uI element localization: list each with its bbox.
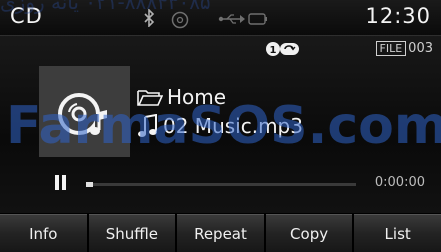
file-indicator: FILE 003 (375, 41, 433, 56)
usb-icon (218, 14, 245, 24)
file-number: 003 (408, 41, 433, 56)
progress-knob[interactable] (86, 182, 93, 187)
shuffle-button[interactable]: Shuffle (88, 214, 176, 252)
clock: 12:30 (365, 4, 431, 28)
bottom-button-bar: Info Shuffle Repeat Copy List (0, 213, 441, 252)
cd-player-screen: CD 12:30 ۰۲۱-۸۸۸۴۳۰۸۵ یانه روزی 1 FILE 0… (0, 0, 441, 252)
elapsed-time: 0:00:00 (374, 175, 425, 190)
watermark-center: FarmaSOS.com (6, 96, 441, 156)
ipod-icon (248, 13, 267, 25)
repeat-one-icon: 1 (266, 42, 299, 56)
copy-button[interactable]: Copy (265, 214, 353, 252)
watermark-top: ۰۲۱-۸۸۸۴۳۰۸۵ یانه روزی (0, 0, 211, 14)
file-tag: FILE (375, 41, 407, 56)
info-button[interactable]: Info (0, 214, 87, 252)
pause-button[interactable] (52, 173, 70, 193)
svg-text:1: 1 (270, 45, 277, 56)
list-button[interactable]: List (354, 214, 441, 252)
repeat-button[interactable]: Repeat (177, 214, 264, 252)
progress-bar[interactable] (86, 182, 356, 187)
